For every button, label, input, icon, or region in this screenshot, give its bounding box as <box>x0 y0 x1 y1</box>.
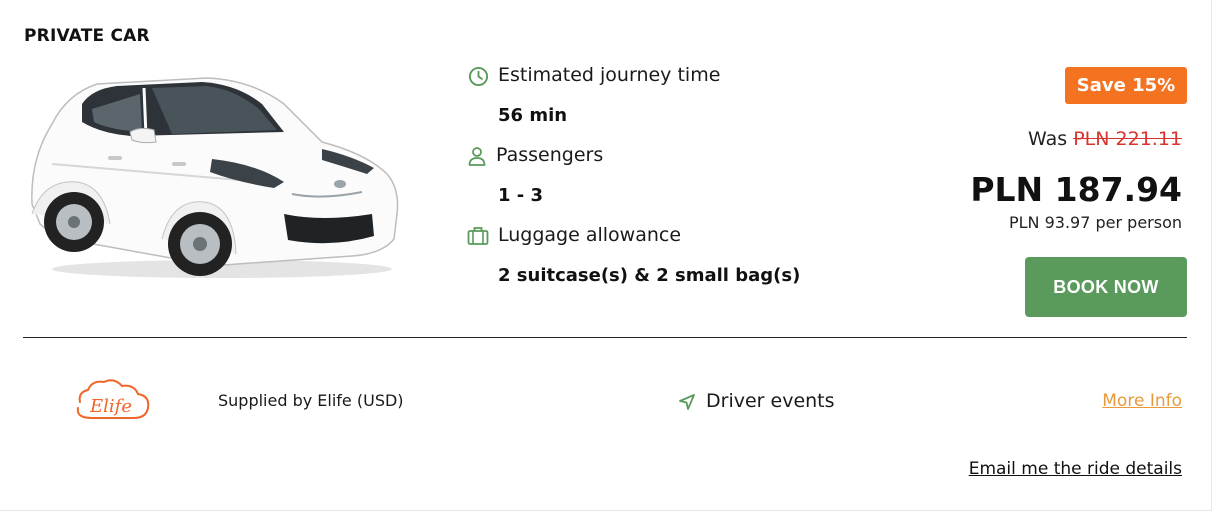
passengers-value: 1 - 3 <box>498 185 544 206</box>
section-divider <box>23 337 1187 338</box>
was-label: Was <box>1028 128 1068 150</box>
supplier-text: Supplied by Elife (USD) <box>218 391 404 410</box>
clock-icon <box>468 66 489 87</box>
car-image <box>31 77 399 278</box>
driver-events-text: Driver events <box>706 390 835 412</box>
luggage-label: Luggage allowance <box>498 224 682 246</box>
book-now-button[interactable]: BOOK NOW <box>1025 257 1187 317</box>
was-price: PLN 221.11 <box>1073 128 1182 150</box>
passengers-label: Passengers <box>496 144 604 166</box>
suitcase-icon <box>467 227 489 245</box>
more-info-link[interactable]: More Info <box>1102 391 1182 411</box>
supplier-logo-text: Elife <box>89 396 132 417</box>
discount-badge: Save 15% <box>1065 67 1187 104</box>
supplier-logo: Elife <box>76 379 150 419</box>
per-person-price: PLN 93.97 per person <box>1008 213 1182 232</box>
journey-time-value: 56 min <box>498 105 568 126</box>
original-price: Was PLN 221.11 <box>1028 128 1182 150</box>
total-price: PLN 187.94 <box>970 170 1182 209</box>
transfer-option-card: PRIVATE CAR Estimated journey time 56 mi… <box>0 0 1212 511</box>
luggage-value: 2 suitcase(s) & 2 small bag(s) <box>498 265 801 286</box>
journey-time-label: Estimated journey time <box>498 64 721 86</box>
vehicle-category-title: PRIVATE CAR <box>24 26 150 46</box>
email-ride-details-link[interactable]: Email me the ride details <box>969 459 1182 479</box>
person-icon <box>468 147 486 166</box>
navigation-arrow-icon <box>679 394 695 410</box>
